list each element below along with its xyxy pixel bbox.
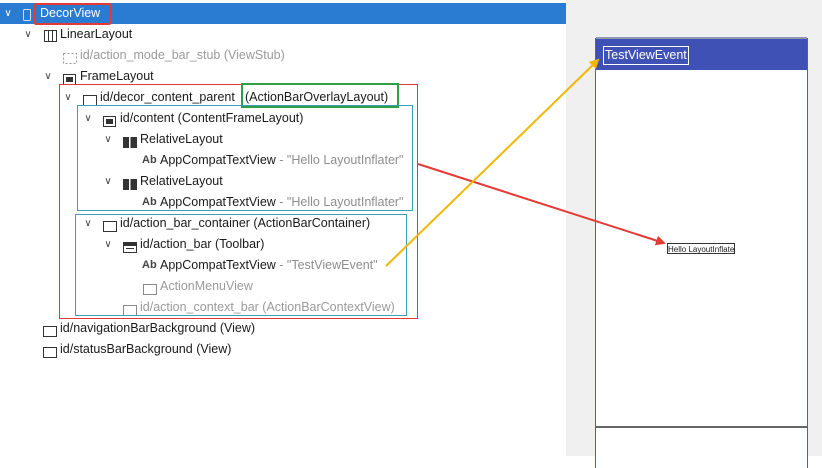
arrow-hello-to-preview	[417, 163, 666, 246]
arrow-title-to-preview	[385, 58, 600, 267]
annotation-arrows	[385, 58, 666, 267]
